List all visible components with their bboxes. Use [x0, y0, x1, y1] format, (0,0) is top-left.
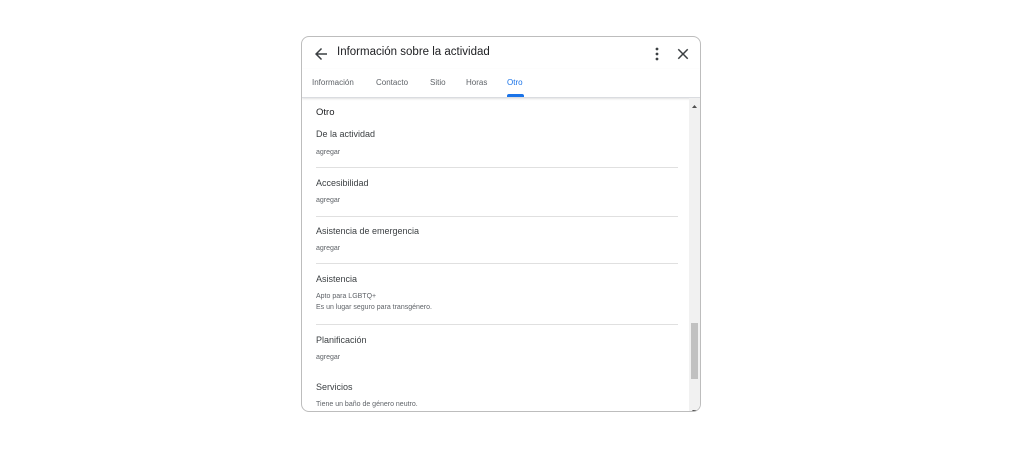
tab-horas[interactable]: Horas [466, 78, 487, 87]
servicios-value: Tiene un baño de género neutro. [316, 401, 418, 408]
scroll-down-arrow-icon[interactable] [689, 403, 700, 411]
scroll-up-arrow-icon[interactable] [689, 98, 700, 108]
tab-contacto[interactable]: Contacto [376, 78, 408, 87]
scrollbar-thumb[interactable] [691, 323, 698, 379]
tab-informacion[interactable]: Información [312, 78, 354, 87]
more-vert-icon[interactable] [650, 45, 664, 63]
vertical-scrollbar[interactable] [689, 98, 700, 411]
section-title: Otro [316, 107, 335, 118]
add-link-asistencia-de-emergencia[interactable]: agregar [316, 243, 340, 254]
content-panel: Otro De la actividad agregar Accesibilid… [302, 98, 690, 411]
add-link-accesibilidad[interactable]: agregar [316, 195, 340, 206]
item-label-asistencia-de-emergencia: Asistencia de emergencia [316, 226, 420, 236]
active-tab-indicator [507, 94, 524, 97]
divider [316, 167, 678, 168]
divider [316, 216, 678, 217]
item-label-accesibilidad: Accesibilidad [316, 178, 369, 188]
tab-bar: Información Contacto Sitio Horas Otro [302, 69, 700, 98]
tab-sitio[interactable]: Sitio [430, 78, 446, 87]
divider [316, 263, 678, 264]
item-label-servicios: Servicios [316, 382, 353, 392]
add-link-planificacion[interactable]: agregar [316, 352, 340, 363]
activity-info-dialog: Información sobre la actividad Informaci… [301, 36, 701, 412]
dialog-title: Información sobre la actividad [337, 46, 490, 58]
item-label-de-la-actividad: De la actividad [316, 129, 376, 139]
close-icon[interactable] [674, 45, 692, 63]
asistencia-value-transgenero: Es un lugar seguro para transgénero. [316, 304, 432, 311]
back-arrow-icon[interactable] [312, 45, 330, 63]
tab-otro[interactable]: Otro [507, 78, 523, 87]
dialog-header: Información sobre la actividad [302, 37, 700, 69]
divider [316, 324, 678, 325]
add-link-de-la-actividad[interactable]: agregar [316, 147, 340, 158]
item-label-asistencia: Asistencia [316, 274, 358, 284]
asistencia-value-lgbtq: Apto para LGBTQ+ [316, 293, 377, 300]
item-label-planificacion: Planificación [316, 335, 367, 345]
